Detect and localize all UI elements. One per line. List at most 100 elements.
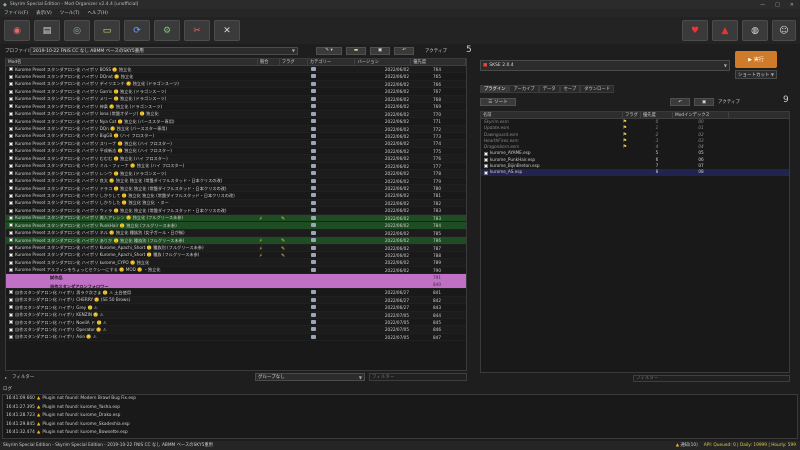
- mod-checkbox[interactable]: [9, 163, 13, 168]
- mod-checkbox[interactable]: [9, 268, 13, 273]
- table-row[interactable]: Kurome Preset スタンダアロン化 ハイポリ ネル 🙂 独立化 種族別…: [6, 229, 466, 238]
- profiles-button[interactable]: ◉: [4, 20, 30, 41]
- mod-checkbox[interactable]: [9, 290, 13, 295]
- plugin-checkbox[interactable]: [484, 164, 488, 169]
- plugin-checkbox[interactable]: [484, 151, 488, 156]
- restore-button[interactable]: ↶: [394, 46, 414, 55]
- mod-checkbox[interactable]: [9, 305, 13, 310]
- nexus-button[interactable]: ◎: [64, 20, 90, 41]
- profile-select[interactable]: 2019-10-22 FNIS CC なし ABMM ベースのSKY5重用 ▼: [30, 46, 298, 55]
- table-row[interactable]: Kurome Preset スタンダアロン化 ハイポリ DQn 🙂 独立化 (バ…: [6, 125, 466, 133]
- tab-saves[interactable]: セーブ: [559, 85, 581, 93]
- table-row[interactable]: Kurome Preset スタンダアロン化 ハイポリ kurome_CYPO …: [6, 259, 466, 267]
- table-row[interactable]: Kurome Preset スタンダアロン化 ハイポリ ウィラ 🙂 独立化 独立…: [6, 207, 466, 215]
- minimize-button[interactable]: —: [760, 2, 765, 8]
- mod-checkbox[interactable]: [9, 245, 13, 250]
- table-row[interactable]: Kurome Preset スタンダアロン化 ハイポリ しかりして 🙂 独立化 …: [6, 192, 466, 200]
- mod-checkbox[interactable]: [9, 208, 13, 213]
- maximize-button[interactable]: □: [775, 2, 780, 8]
- install-button[interactable]: ▭: [94, 20, 120, 41]
- mod-checkbox[interactable]: [9, 74, 13, 79]
- mod-checkbox[interactable]: [9, 186, 13, 191]
- mod-checkbox[interactable]: [9, 320, 13, 325]
- plugin-checkbox[interactable]: [484, 170, 488, 175]
- table-row[interactable]: Kurome Preset アルフィンをちょっとセクシーにする 🙂 MOD 🙂 …: [6, 267, 466, 275]
- mod-checkbox[interactable]: [9, 327, 13, 332]
- backup-button[interactable]: ▣: [370, 46, 390, 55]
- table-row[interactable]: 自作スタンダアロン化 ハイポリ CHERRY 🙂 (SE 50 Brows) 20…: [6, 296, 466, 305]
- mod-checkbox[interactable]: [9, 335, 13, 340]
- plugin-filter-input[interactable]: [633, 375, 790, 382]
- col-priority[interactable]: 優先度: [411, 59, 466, 65]
- table-row[interactable]: 自作スタンダアロン化 ハイポリ Grey 🙂 ⚠ 2022/06/27 843: [6, 304, 466, 312]
- tools-button[interactable]: ✂: [184, 20, 210, 41]
- group-select[interactable]: グループなし ▼: [255, 373, 365, 381]
- table-row[interactable]: Kurome Preset スタンダアロン化 ハイポリ レンウ 🙂 独立化 (ド…: [6, 170, 466, 178]
- warnings-button[interactable]: ▲: [712, 20, 738, 41]
- table-row[interactable]: Kurome Preset スタンダアロン化 ハイポリ DQnxt 🙂 独立化 2…: [6, 73, 466, 81]
- col-version[interactable]: バージョン: [355, 59, 412, 65]
- settings-button[interactable]: ⚙: [154, 20, 180, 41]
- mod-checkbox[interactable]: [9, 156, 13, 161]
- col-plugin-flags[interactable]: フラグ: [623, 112, 641, 118]
- table-row[interactable]: Kurome Preset スタンダアロン化 ハイポリ BigGB 🙂 (ハイ …: [6, 133, 466, 141]
- col-category[interactable]: カテゴリー: [308, 59, 356, 65]
- mod-checkbox[interactable]: [9, 111, 13, 116]
- menu-file[interactable]: ファイル(F): [4, 10, 28, 16]
- filter-toggle[interactable]: ▸: [5, 375, 7, 380]
- table-row[interactable]: Kurome Preset スタンダアロン化 ハイポリ しかりした 🙂 独立化 …: [6, 199, 466, 208]
- mod-filter-input[interactable]: [369, 373, 467, 381]
- mod-list[interactable]: Mod名 競合 フラグ カテゴリー バージョン 優先度 Kurome Prese…: [5, 58, 467, 371]
- run-button[interactable]: ▶ 実行: [735, 51, 777, 68]
- plugin-checkbox[interactable]: [484, 157, 488, 162]
- executable-select[interactable]: ■ SKSE 2.0.4 ▼: [480, 60, 730, 71]
- table-row[interactable]: Kurome Preset スタンダアロン化 ハイポリ ドラコ 🙂 独立化 独立…: [6, 185, 466, 193]
- mod-checkbox[interactable]: [9, 297, 13, 302]
- mod-checkbox[interactable]: [9, 96, 13, 101]
- table-row[interactable]: Kurome Preset スタンダアロン化 ハイポリ 美人アレシン 🙂 独立化…: [6, 214, 466, 223]
- table-row[interactable]: Kurome Preset スタンダアロン化 ハイポリ 神楽 🙂 独立化 (ドラ…: [6, 103, 466, 111]
- endorse-button[interactable]: ♥: [682, 20, 708, 41]
- plugin-list[interactable]: 名前 フラグ 優先度 Modインデックス Skyrim.esm ⚑ 0 00 Updat…: [480, 111, 790, 373]
- table-row[interactable]: Kurome Preset スタンダアロン化 ハイポリ スリーナ 🙂 独立化 (…: [6, 140, 466, 148]
- col-plugin-name[interactable]: 名前: [481, 112, 623, 118]
- mod-checkbox[interactable]: [9, 312, 13, 317]
- mod-checkbox[interactable]: [9, 201, 13, 206]
- table-row[interactable]: Kurome Preset スタンダアロン化 ハイポリ メリー 🙂 独立化 (ド…: [6, 95, 466, 104]
- close-button[interactable]: ✕: [790, 2, 794, 8]
- col-conflicts[interactable]: 競合: [258, 59, 280, 65]
- table-row[interactable]: Kurome Preset スタンダアロン化 ハイポリ むむむ 🙂 独立化 (ハ…: [6, 155, 466, 163]
- plugin-restore-button[interactable]: ↶: [670, 98, 690, 106]
- mod-checkbox[interactable]: [9, 126, 13, 131]
- list-item[interactable]: kurome_AS.esp 8 08: [481, 169, 789, 176]
- table-row[interactable]: Kurome Preset スタンダアロン化 ハイポリ デイリエンチ 🙂 独立化…: [6, 80, 466, 89]
- table-row[interactable]: Kurome Preset スタンダアロン化 ハイポリ ミル・フィーナ 🙂 独立…: [6, 163, 466, 171]
- table-row[interactable]: Kurome Preset スタンダアロン化 ハイポリ Iona (常盤オダージ…: [6, 110, 466, 119]
- mod-checkbox[interactable]: [9, 193, 13, 198]
- shortcut-select[interactable]: ショートカット ▼: [735, 70, 777, 79]
- table-row[interactable]: Kurome Preset スタンダアロン化 ハイポリ 良太 🙂 独立化 独立化…: [6, 178, 466, 185]
- tab-data[interactable]: データ: [538, 85, 560, 93]
- table-row[interactable]: Kurome Preset スタンダアロン化 ハイポリ Garris 🙂 独立化…: [6, 88, 466, 96]
- plugin-backup-button[interactable]: ▣: [694, 98, 714, 106]
- mod-checkbox[interactable]: [9, 119, 13, 124]
- mod-checkbox[interactable]: [9, 67, 13, 72]
- table-row[interactable]: Kurome Preset スタンダアロン化 ハイポリ Kurome_Apach…: [6, 252, 466, 260]
- table-row[interactable]: Kurome Preset スタンダアロン化 ハイポリ Kurome_Apach…: [6, 244, 466, 252]
- table-row[interactable]: Kurome Preset スタンダアロン化 ハイポリ ありか 🙂 独立化 種族…: [6, 237, 466, 245]
- mod-checkbox[interactable]: [9, 134, 13, 139]
- table-row[interactable]: 自作スタンダアロン化 ハイポリ 男ラク次さま 🙂 ⚠ 土台使用 2022/06/2…: [6, 289, 466, 297]
- tab-archives[interactable]: アーカイブ: [509, 85, 539, 93]
- menu-help[interactable]: ヘルプ(H): [87, 10, 107, 16]
- mod-checkbox[interactable]: [9, 82, 13, 87]
- log-panel[interactable]: 16:41:09.660 ▲ Plugin not found: Modern Br…: [2, 394, 798, 439]
- refresh-button[interactable]: ⟳: [124, 20, 150, 41]
- table-row[interactable]: 自作スタンダアロン化 ハイポリ Asin 🙂 ⚠ 2022/07/05 847: [6, 334, 466, 342]
- col-mod-index[interactable]: Modインデックス: [673, 112, 729, 118]
- table-row[interactable]: Kurome Preset スタンダアロン化 ハイポリ Nya Cat 🙂 独立…: [6, 118, 466, 126]
- menu-view[interactable]: 表示(V): [36, 10, 52, 16]
- mod-checkbox[interactable]: [9, 178, 13, 183]
- notifications[interactable]: ▲ 通知(10): [676, 441, 698, 450]
- tab-plugins[interactable]: プラグイン: [480, 85, 510, 93]
- table-row[interactable]: 自作スタンダアロン化 ハイポリ Operator 🙂 ⚠ 2022/07/05 84…: [6, 326, 466, 334]
